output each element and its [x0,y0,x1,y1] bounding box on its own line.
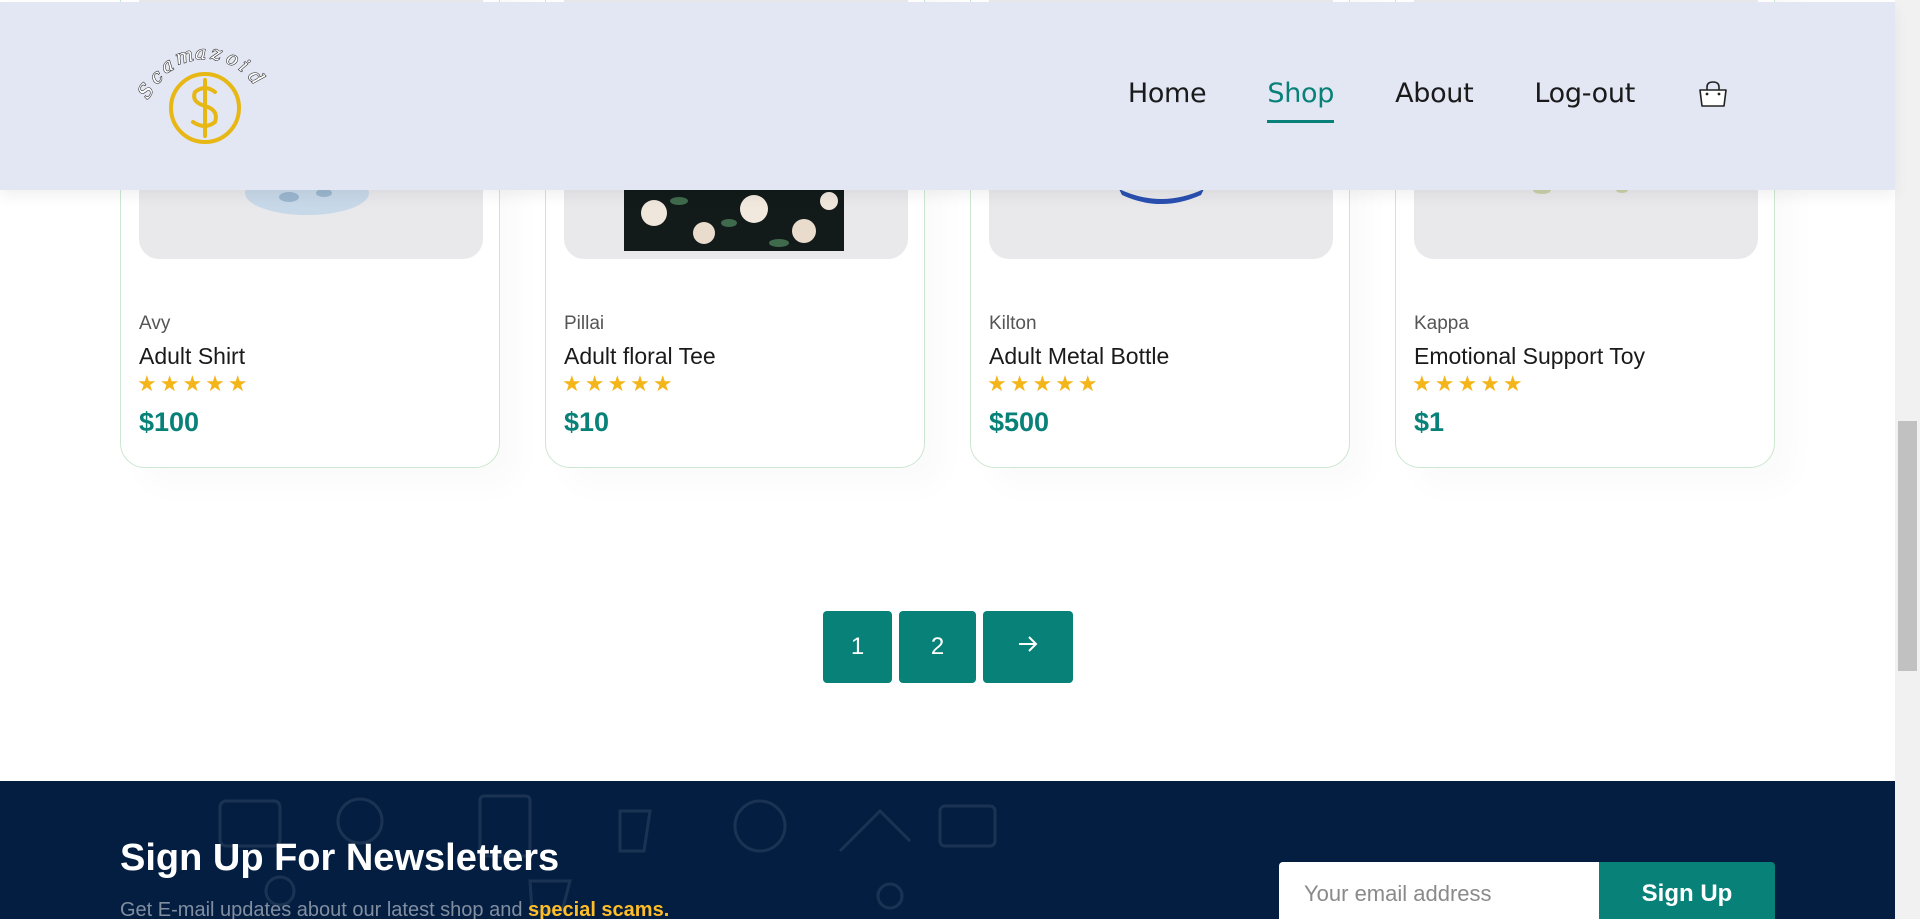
nav-home[interactable]: Home [1128,78,1207,109]
svg-text:a: a [195,46,206,64]
product-brand: Kappa [1414,313,1469,334]
next-page-button[interactable] [983,611,1073,683]
product-brand: Kilton [989,313,1037,334]
newsletter-subtitle-text: Get E-mail updates about our latest shop… [120,899,523,919]
nav-shop[interactable]: Shop [1267,78,1334,123]
sign-up-button[interactable]: Sign Up [1599,862,1775,919]
svg-text:m: m [173,46,196,70]
scrollbar-thumb[interactable] [1898,421,1917,671]
product-name: Adult Shirt [139,343,246,369]
product-price: $100 [139,407,200,437]
newsletter-subtitle: Get E-mail updates about our latest shop… [120,899,669,919]
star-rating: ★★★★★ [562,371,676,396]
newsletter-title: Sign Up For Newsletters [120,837,560,879]
nav-about[interactable]: About [1395,78,1474,109]
site-logo[interactable]: S c a m a z o i d [133,41,285,156]
page-button-2[interactable]: 2 [899,611,976,683]
page-scrollbar[interactable] [1895,0,1920,919]
logo-image: S c a m a z o i d [133,41,278,144]
arrow-right-icon [1016,633,1040,661]
product-name: Adult Metal Bottle [989,343,1170,369]
product-name: Emotional Support Toy [1414,343,1645,369]
shopping-bag-icon[interactable] [1696,79,1730,109]
product-name: Adult floral Tee [564,343,716,369]
main-nav: Home Shop About Log-out [1128,78,1730,123]
product-brand: Pillai [564,313,605,334]
product-price: $1 [1414,407,1445,437]
star-rating: ★★★★★ [1412,371,1526,396]
email-input[interactable] [1279,862,1599,919]
product-brand: Avy [139,313,171,334]
star-rating: ★★★★★ [987,371,1101,396]
page-button-1[interactable]: 1 [823,611,892,683]
svg-text:z: z [208,46,224,66]
product-price: $10 [564,407,610,437]
pagination: 1 2 [823,611,1073,683]
newsletter-section: Sign Up For Newsletters Get E-mail updat… [0,781,1895,919]
svg-text:d: d [243,66,268,89]
newsletter-highlight: special scams. [528,899,670,919]
nav-logout[interactable]: Log-out [1534,78,1635,109]
product-price: $500 [989,407,1050,437]
star-rating: ★★★★★ [137,371,251,396]
newsletter-form: Sign Up [1279,862,1775,919]
site-header: S c a m a z o i d Home Shop About Log-ou… [0,2,1895,190]
